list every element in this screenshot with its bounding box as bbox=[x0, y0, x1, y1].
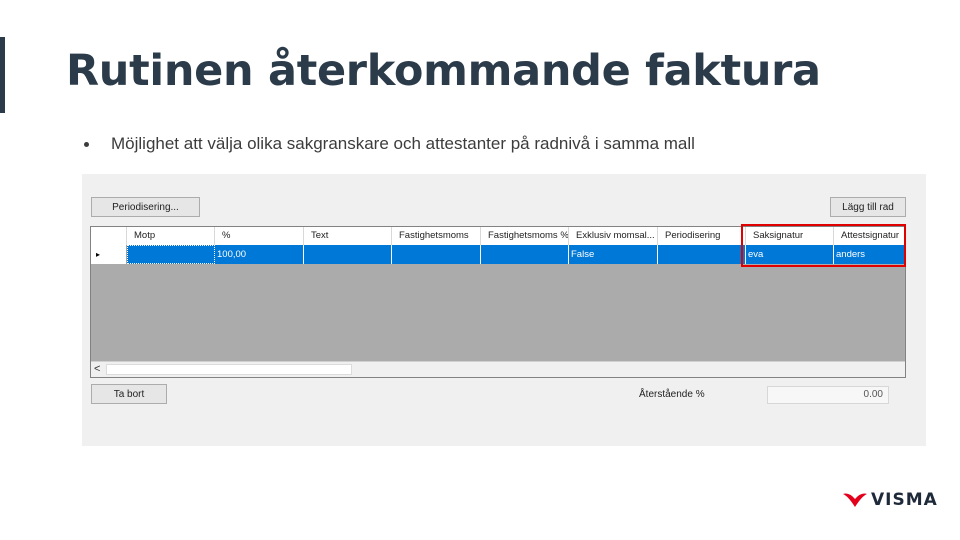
cell-percent[interactable]: 100,00 bbox=[215, 245, 304, 264]
row-indicator-icon[interactable]: ▸ bbox=[91, 245, 127, 264]
visma-swoosh-icon bbox=[843, 493, 867, 507]
column-header[interactable]: Text bbox=[304, 227, 392, 245]
header-corner bbox=[91, 227, 127, 245]
logo-text: VISMA bbox=[871, 490, 938, 510]
delete-button[interactable]: Ta bort bbox=[91, 384, 167, 404]
column-header[interactable]: % bbox=[215, 227, 304, 245]
remaining-label: Återstående % bbox=[639, 389, 705, 400]
column-header[interactable]: Exklusiv momsal... bbox=[569, 227, 658, 245]
column-header[interactable]: Fastighetsmoms bbox=[392, 227, 481, 245]
visma-logo: VISMA bbox=[842, 490, 938, 510]
periodisering-button[interactable]: Periodisering... bbox=[91, 197, 200, 217]
slide-title: Rutinen återkommande faktura bbox=[66, 46, 821, 96]
horizontal-scrollbar[interactable]: < bbox=[91, 361, 905, 377]
cell-text[interactable] bbox=[304, 245, 392, 264]
cell-exklusiv-momsal[interactable]: False bbox=[569, 245, 658, 264]
scroll-left-icon[interactable]: < bbox=[94, 362, 100, 376]
bullet-item: Möjlighet att välja olika sakgranskare o… bbox=[84, 134, 695, 154]
app-screenshot: Periodisering... Lägg till rad Motp % Te… bbox=[82, 174, 926, 446]
scrollbar-thumb[interactable] bbox=[106, 364, 352, 375]
add-row-button[interactable]: Lägg till rad bbox=[830, 197, 906, 217]
bullet-dot-icon bbox=[84, 142, 89, 148]
column-header[interactable]: Fastighetsmoms % bbox=[481, 227, 569, 245]
column-header[interactable]: Motp bbox=[127, 227, 215, 245]
cell-periodisering[interactable] bbox=[658, 245, 746, 264]
highlight-box bbox=[741, 224, 906, 267]
accent-bar bbox=[0, 37, 5, 113]
bullet-text: Möjlighet att välja olika sakgranskare o… bbox=[111, 134, 695, 153]
cell-fastighetsmoms-percent[interactable] bbox=[481, 245, 569, 264]
remaining-field: 0.00 bbox=[767, 386, 889, 404]
column-header[interactable]: Periodisering bbox=[658, 227, 746, 245]
cell-motp[interactable] bbox=[127, 245, 215, 264]
cell-fastighetsmoms[interactable] bbox=[392, 245, 481, 264]
